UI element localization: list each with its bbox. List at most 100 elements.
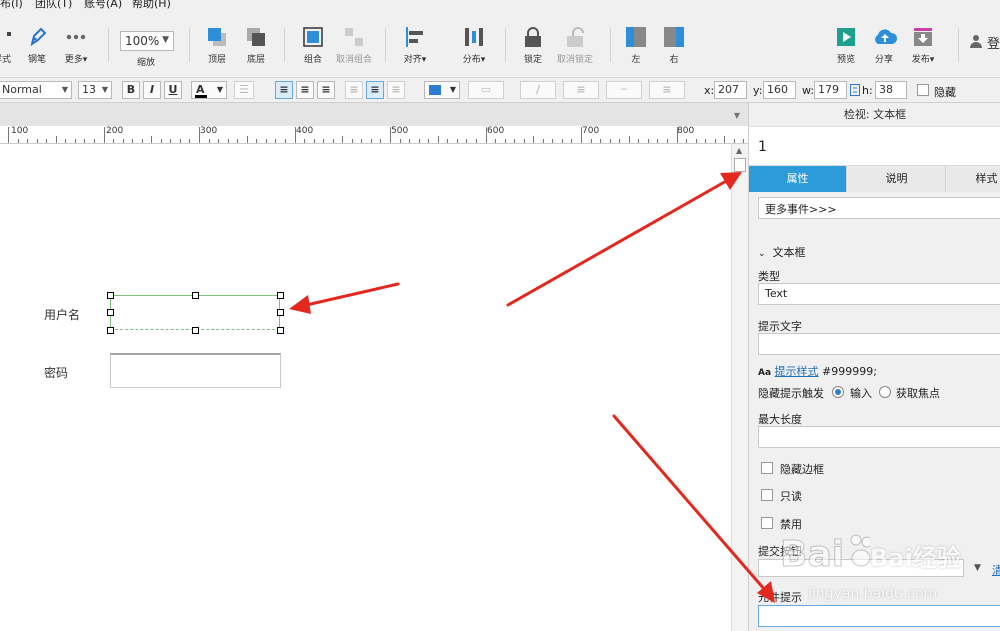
toolbar-divider — [108, 28, 109, 62]
resize-handle[interactable] — [277, 309, 284, 316]
menu-help[interactable]: 帮助(H) — [132, 0, 171, 9]
canvas-scrollbar[interactable]: ▲ — [731, 144, 748, 631]
link-ratio-icon[interactable] — [850, 84, 860, 99]
fill-color-button[interactable]: ▼ — [424, 81, 460, 99]
ruler-tick — [714, 139, 716, 143]
valign-top-button[interactable]: ≡ — [345, 81, 363, 99]
send-to-back-button[interactable]: 底层 — [232, 26, 280, 65]
text-style-select[interactable]: Normal ▼ — [0, 81, 72, 99]
zoom-label: 缩放 — [137, 58, 156, 68]
scroll-up-icon[interactable]: ▲ — [736, 146, 742, 155]
ruler-tick — [284, 139, 286, 143]
cloud-upload-icon — [873, 26, 898, 48]
section-toggle[interactable]: ⌄ 文本框 — [758, 244, 806, 260]
line-width-icon: ≡ — [576, 83, 586, 96]
tab-notes[interactable]: 说明 — [848, 166, 946, 192]
toolbar-divider — [958, 28, 959, 62]
type-select[interactable]: Text — [758, 283, 1000, 305]
ruler-tick — [743, 139, 745, 143]
ruler-tick — [437, 136, 439, 143]
hide-hint-input-radio[interactable] — [832, 386, 844, 398]
readonly-checkbox[interactable] — [761, 489, 773, 501]
ruler-tick — [84, 139, 86, 143]
align-button[interactable]: 对齐▾ — [391, 26, 439, 65]
ruler-tick — [628, 136, 630, 143]
font-size-select[interactable]: 13 ▼ — [78, 81, 112, 99]
hint-text-input[interactable] — [758, 333, 1000, 355]
hide-checkbox[interactable] — [917, 84, 929, 96]
scroll-thumb[interactable] — [734, 158, 746, 172]
hint-style-link[interactable]: 提示样式 — [775, 365, 819, 378]
hide-hint-focus-radio[interactable] — [879, 386, 891, 398]
more-button[interactable]: 更多▾ — [52, 26, 100, 65]
ruler-tick — [485, 127, 487, 143]
ruler-tick — [609, 139, 611, 143]
height-input[interactable]: 38 — [875, 81, 907, 99]
ruler-tick — [93, 139, 95, 143]
line-color-button[interactable]: ∕ — [520, 81, 556, 99]
menu-account[interactable]: 账号(A) — [84, 0, 122, 9]
menu-bar: 布(I) 团队(T) 账号(A) 帮助(H) — [0, 0, 1000, 12]
hide-border-checkbox[interactable] — [761, 462, 773, 474]
ruler-tick — [179, 139, 181, 143]
y-position-input[interactable]: 160 — [763, 81, 796, 99]
line-color-icon: ∕ — [535, 83, 541, 96]
bullet-list-button[interactable]: ☰ — [234, 81, 254, 99]
bold-button[interactable]: B — [122, 81, 140, 99]
ruler-tick — [237, 139, 239, 143]
font-color-button[interactable]: A ▼ — [191, 81, 227, 99]
x-position-input[interactable]: 207 — [714, 81, 747, 99]
align-text-center-icon: ≡ — [300, 83, 310, 96]
zoom-select[interactable]: 100% ▼ — [120, 31, 174, 51]
ungroup-button[interactable]: 取消组合 — [330, 26, 378, 65]
resize-handle[interactable] — [107, 327, 114, 334]
italic-button[interactable]: I — [143, 81, 161, 99]
ruler-tick — [313, 139, 315, 143]
resize-handle[interactable] — [277, 327, 284, 334]
shadow-button[interactable]: ▭ — [468, 81, 504, 99]
resize-handle[interactable] — [107, 292, 114, 299]
widget-name-field[interactable]: 1 — [749, 126, 1000, 166]
tab-style[interactable]: 样式 — [947, 166, 1000, 192]
underline-button[interactable]: U — [164, 81, 182, 99]
ruler-tick — [246, 136, 248, 143]
ruler-tick — [647, 139, 649, 143]
max-length-input[interactable] — [758, 426, 1000, 448]
lock-icon — [522, 26, 544, 48]
width-input[interactable]: 179 — [814, 81, 847, 99]
username-textbox[interactable] — [110, 295, 280, 330]
align-text-center-button[interactable]: ≡ — [296, 81, 314, 99]
lock-button[interactable]: 锁定 — [509, 26, 557, 65]
align-text-right-button[interactable]: ≡ — [317, 81, 335, 99]
login-link[interactable]: 登 — [987, 33, 1000, 52]
unlock-button[interactable]: 取消锁定 — [551, 26, 599, 65]
distribute-button[interactable]: 分布▾ — [450, 26, 498, 65]
resize-handle[interactable] — [192, 327, 199, 334]
ruler-tick — [170, 139, 172, 143]
arrow-style-button[interactable]: ≡ — [649, 81, 685, 99]
ruler-tick — [65, 139, 67, 143]
unlock-icon — [564, 26, 586, 48]
line-width-button[interactable]: ≡ — [563, 81, 599, 99]
ruler-tick — [380, 139, 382, 143]
tab-properties[interactable]: 属性 — [749, 166, 847, 192]
menu-publish[interactable]: 布(I) — [0, 0, 23, 9]
resize-handle[interactable] — [277, 292, 284, 299]
ruler-tick — [17, 139, 19, 143]
ruler-tick — [227, 139, 229, 143]
more-events-button[interactable]: 更多事件>>> — [758, 197, 1000, 219]
ruler-tick — [428, 139, 430, 143]
style-icon — [0, 26, 13, 48]
resize-handle[interactable] — [192, 292, 199, 299]
ruler-tick — [323, 139, 325, 143]
publish-button[interactable]: 发布▾ — [899, 26, 947, 65]
resize-handle[interactable] — [107, 309, 114, 316]
line-style-button[interactable]: ┄ — [606, 81, 642, 99]
align-text-left-button[interactable]: ≡ — [275, 81, 293, 99]
menu-team[interactable]: 团队(T) — [35, 0, 72, 9]
collapse-down-icon[interactable]: ▼ — [734, 111, 740, 120]
valign-middle-button[interactable]: ≡ — [366, 81, 384, 99]
valign-bottom-button[interactable]: ≡ — [387, 81, 405, 99]
dock-right-button[interactable]: 右 — [650, 26, 698, 65]
password-textbox[interactable] — [110, 353, 281, 388]
